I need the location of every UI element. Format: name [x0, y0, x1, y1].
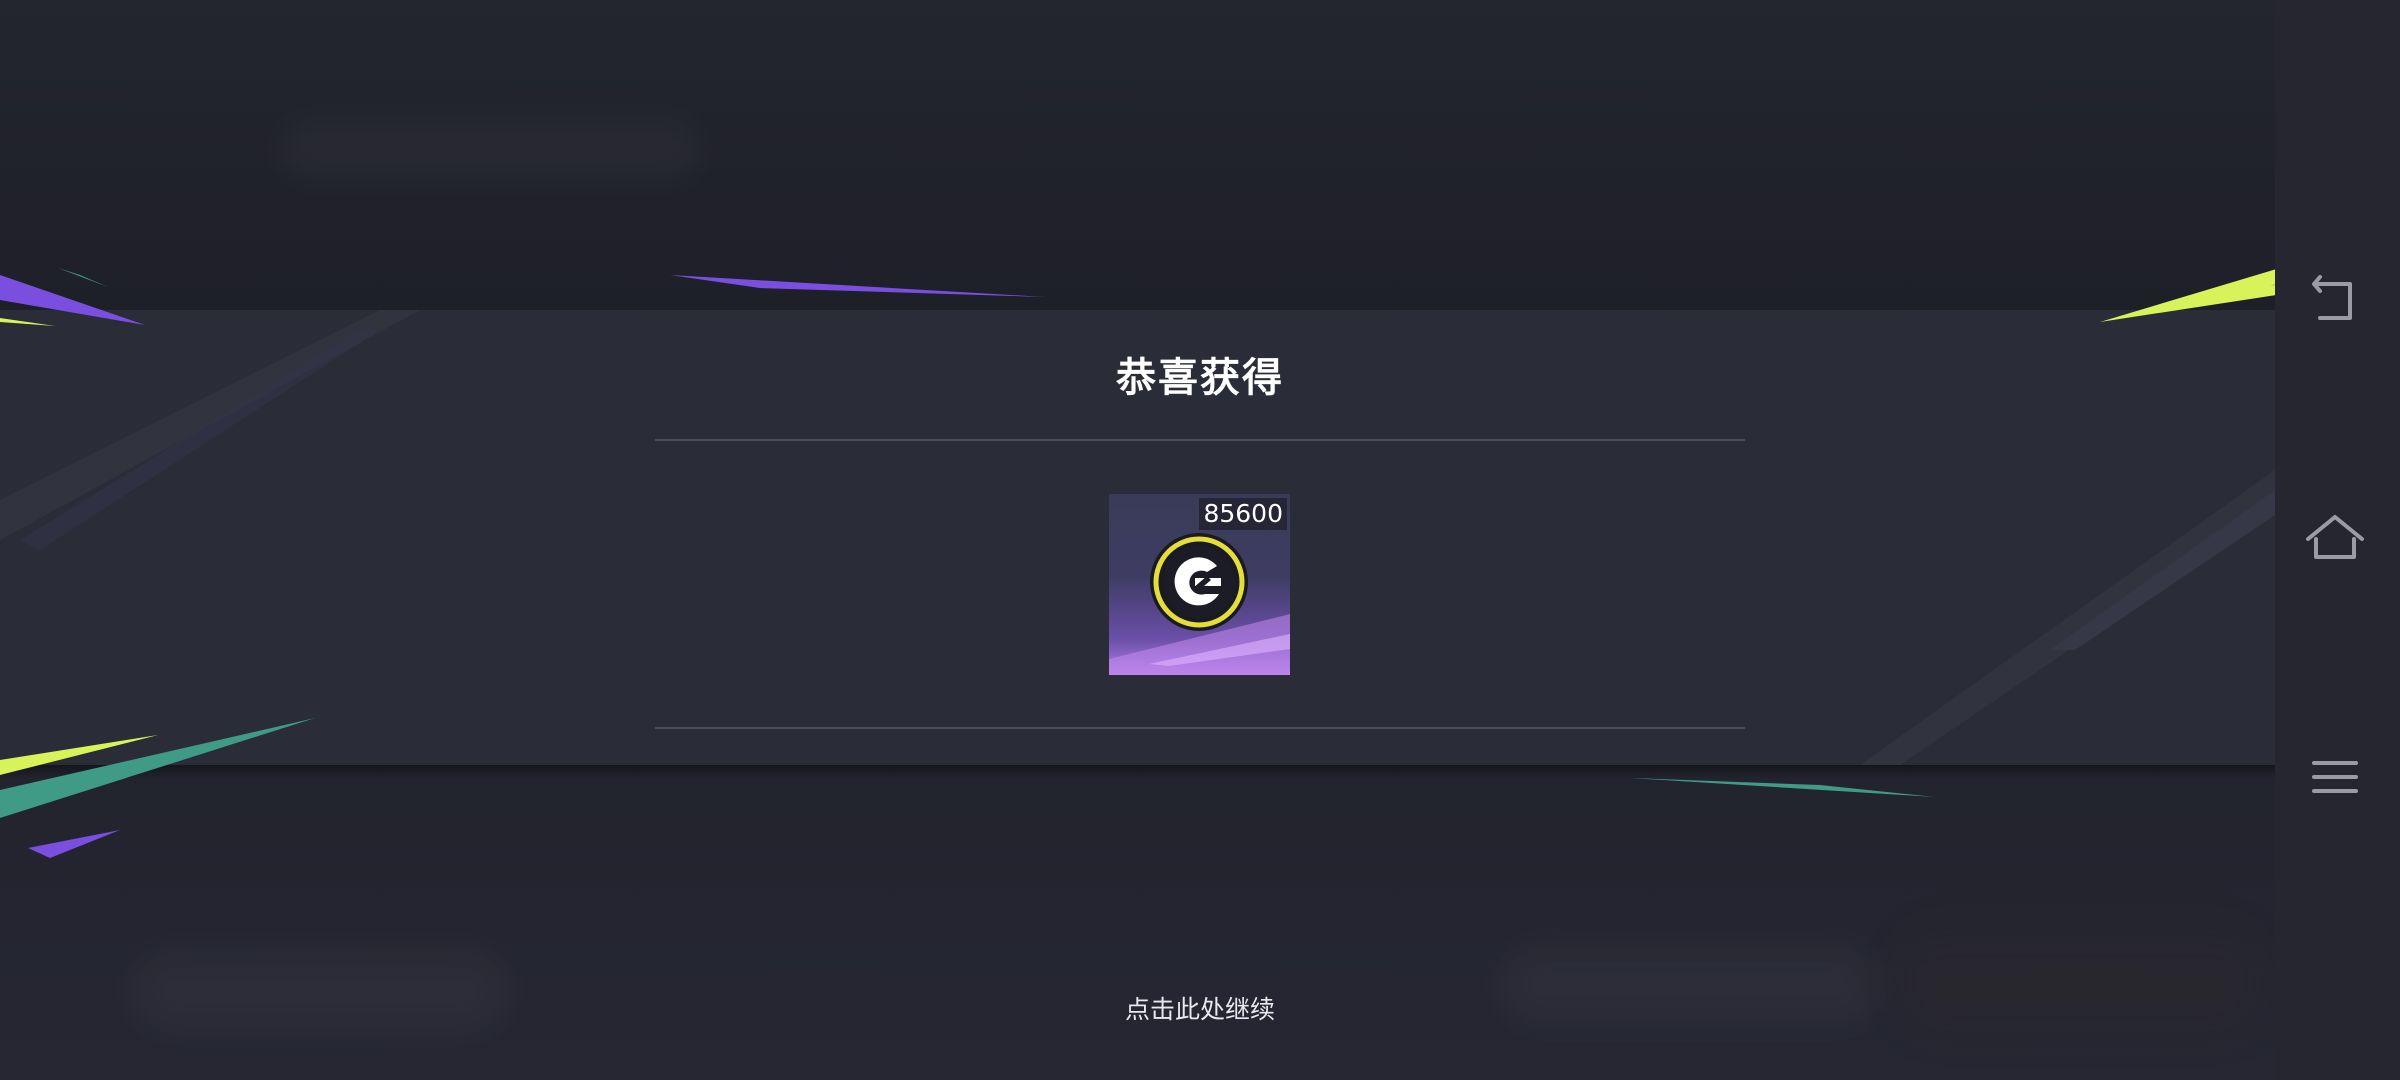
coin-icon	[1150, 533, 1248, 631]
home-icon	[2306, 515, 2364, 559]
menu-button[interactable]	[2300, 745, 2370, 815]
bottom-divider	[655, 727, 1745, 729]
dialog-title: 恭喜获得	[1116, 355, 1284, 401]
back-button[interactable]	[2300, 262, 2370, 332]
home-button[interactable]	[2300, 503, 2370, 573]
menu-icon	[2312, 761, 2358, 793]
reward-screen[interactable]: 恭喜获得 85600 点击此处继续	[0, 0, 2400, 1080]
continue-prompt[interactable]: 点击此处继续	[0, 990, 2400, 1026]
back-icon	[2312, 275, 2352, 320]
reward-item-card[interactable]: 85600	[1109, 494, 1290, 675]
reward-quantity: 85600	[1199, 498, 1287, 530]
top-divider	[655, 439, 1745, 441]
